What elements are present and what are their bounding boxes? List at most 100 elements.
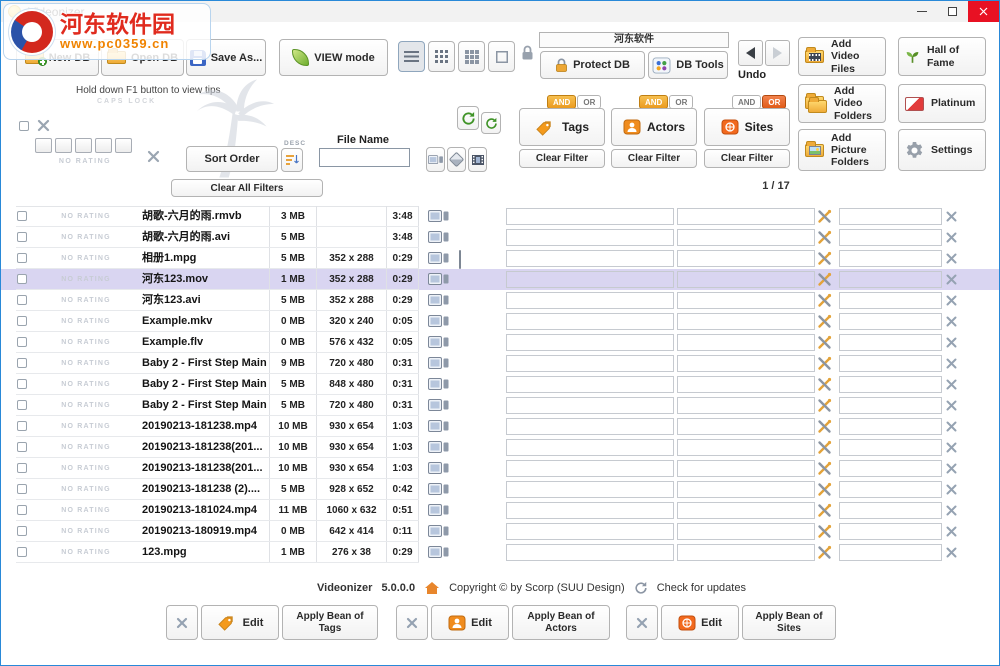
view-list-button[interactable] <box>398 41 425 72</box>
sites-bean-clear-button[interactable] <box>626 605 658 640</box>
row-field-1[interactable] <box>506 397 674 414</box>
hall-of-fame-button[interactable]: Hall of Fame <box>898 37 986 76</box>
tags-or-toggle[interactable]: OR <box>577 95 601 109</box>
rating-filter-star[interactable] <box>95 138 112 153</box>
row-field-1[interactable] <box>506 292 674 309</box>
row-field-1[interactable] <box>506 355 674 372</box>
row-checkbox[interactable] <box>17 442 27 452</box>
tags-filter-box[interactable]: Tags <box>519 108 605 146</box>
row-checkbox[interactable] <box>17 358 27 368</box>
rating-filter-star[interactable] <box>55 138 72 153</box>
refresh-small-button[interactable] <box>481 112 501 134</box>
row-field-2[interactable] <box>677 355 815 372</box>
row-rating-label[interactable]: NO RATING <box>35 416 137 437</box>
clear-rating-icon[interactable] <box>37 119 50 132</box>
row-field-3[interactable] <box>839 481 942 498</box>
row-checkbox[interactable] <box>17 211 27 221</box>
row-field-2[interactable] <box>677 292 815 309</box>
table-row[interactable]: NO RATING 20190213-181238.mp4 10 MB 930 … <box>1 416 1000 437</box>
actors-bean-clear-button[interactable] <box>396 605 428 640</box>
row-field-1[interactable] <box>506 418 674 435</box>
apply-bean-of-actors-button[interactable]: Apply Bean of Actors <box>512 605 610 640</box>
row-field-1[interactable] <box>506 439 674 456</box>
row-field-1[interactable] <box>506 334 674 351</box>
row-delete-icon[interactable] <box>946 358 957 369</box>
row-delete-icon[interactable] <box>946 463 957 474</box>
movie-preview-icon[interactable] <box>428 335 450 350</box>
tools-icon[interactable] <box>817 293 832 308</box>
tags-bean-edit-button[interactable]: Edit <box>201 605 279 640</box>
row-rating-label[interactable]: NO RATING <box>35 437 137 458</box>
movie-preview-icon[interactable] <box>428 419 450 434</box>
rating-filter-star[interactable] <box>115 138 132 153</box>
row-field-1[interactable] <box>506 250 674 267</box>
row-field-2[interactable] <box>677 229 815 246</box>
maximize-button[interactable] <box>937 1 968 22</box>
row-checkbox[interactable] <box>17 316 27 326</box>
row-field-2[interactable] <box>677 523 815 540</box>
tools-icon[interactable] <box>817 545 832 560</box>
db-tools-button[interactable]: DB Tools <box>648 51 728 79</box>
row-delete-icon[interactable] <box>946 337 957 348</box>
table-row[interactable]: NO RATING 河东123.avi 5 MB 352 x 288 0:29 <box>1 290 1000 311</box>
row-checkbox[interactable] <box>17 505 27 515</box>
row-delete-icon[interactable] <box>946 253 957 264</box>
clear-all-filters-button[interactable]: Clear All Filters <box>171 179 323 197</box>
row-delete-icon[interactable] <box>946 442 957 453</box>
row-field-1[interactable] <box>506 313 674 330</box>
add-picture-folders-button[interactable]: Add Picture Folders <box>798 129 886 171</box>
row-field-3[interactable] <box>839 397 942 414</box>
row-delete-icon[interactable] <box>946 505 957 516</box>
row-field-2[interactable] <box>677 271 815 288</box>
table-row[interactable]: NO RATING Baby 2 - First Step Main... 5 … <box>1 374 1000 395</box>
apply-bean-of-tags-button[interactable]: Apply Bean of Tags <box>282 605 378 640</box>
update-icon[interactable] <box>634 581 648 595</box>
view-grid-large-button[interactable] <box>488 41 515 72</box>
row-rating-label[interactable]: NO RATING <box>35 500 137 521</box>
row-rating-label[interactable]: NO RATING <box>35 521 137 542</box>
movie-preview-icon[interactable] <box>428 398 450 413</box>
table-row[interactable]: NO RATING Example.mkv 0 MB 320 x 240 0:0… <box>1 311 1000 332</box>
row-checkbox[interactable] <box>17 421 27 431</box>
row-field-1[interactable] <box>506 502 674 519</box>
movie-preview-icon[interactable] <box>428 482 450 497</box>
actors-or-toggle[interactable]: OR <box>669 95 693 109</box>
apply-bean-of-sites-button[interactable]: Apply Bean of Sites <box>742 605 836 640</box>
row-field-1[interactable] <box>506 208 674 225</box>
tools-icon[interactable] <box>817 272 832 287</box>
row-field-3[interactable] <box>839 523 942 540</box>
clear-stars-icon[interactable] <box>147 150 160 163</box>
row-rating-label[interactable]: NO RATING <box>35 248 137 269</box>
row-field-3[interactable] <box>839 460 942 477</box>
actors-clear-filter-button[interactable]: Clear Filter <box>611 149 697 168</box>
tags-and-toggle[interactable]: AND <box>547 95 576 109</box>
row-field-3[interactable] <box>839 376 942 393</box>
row-rating-label[interactable]: NO RATING <box>35 542 137 563</box>
sort-order-button[interactable]: Sort Order <box>186 146 278 172</box>
platinum-button[interactable]: Platinum <box>898 84 986 123</box>
row-delete-icon[interactable] <box>946 400 957 411</box>
media-view-button[interactable] <box>426 147 445 172</box>
row-field-2[interactable] <box>677 397 815 414</box>
row-checkbox[interactable] <box>17 526 27 536</box>
row-delete-icon[interactable] <box>946 316 957 327</box>
row-delete-icon[interactable] <box>946 526 957 537</box>
minimize-button[interactable] <box>906 1 937 22</box>
tools-icon[interactable] <box>817 356 832 371</box>
row-rating-label[interactable]: NO RATING <box>35 290 137 311</box>
tools-icon[interactable] <box>817 314 832 329</box>
actors-bean-edit-button[interactable]: Edit <box>431 605 509 640</box>
table-row[interactable]: NO RATING 20190213-180919.mp4 0 MB 642 x… <box>1 521 1000 542</box>
row-field-1[interactable] <box>506 481 674 498</box>
tags-bean-clear-button[interactable] <box>166 605 198 640</box>
file-name-input[interactable] <box>319 148 410 167</box>
row-rating-label[interactable]: NO RATING <box>35 479 137 500</box>
row-field-2[interactable] <box>677 418 815 435</box>
rating-filter-star[interactable] <box>75 138 92 153</box>
row-delete-icon[interactable] <box>946 295 957 306</box>
sites-filter-box[interactable]: Sites <box>704 108 790 146</box>
movie-preview-icon[interactable] <box>428 440 450 455</box>
movie-preview-icon[interactable] <box>428 356 450 371</box>
table-row[interactable]: NO RATING 123.mpg 1 MB 276 x 38 0:29 <box>1 542 1000 563</box>
row-field-3[interactable] <box>839 229 942 246</box>
